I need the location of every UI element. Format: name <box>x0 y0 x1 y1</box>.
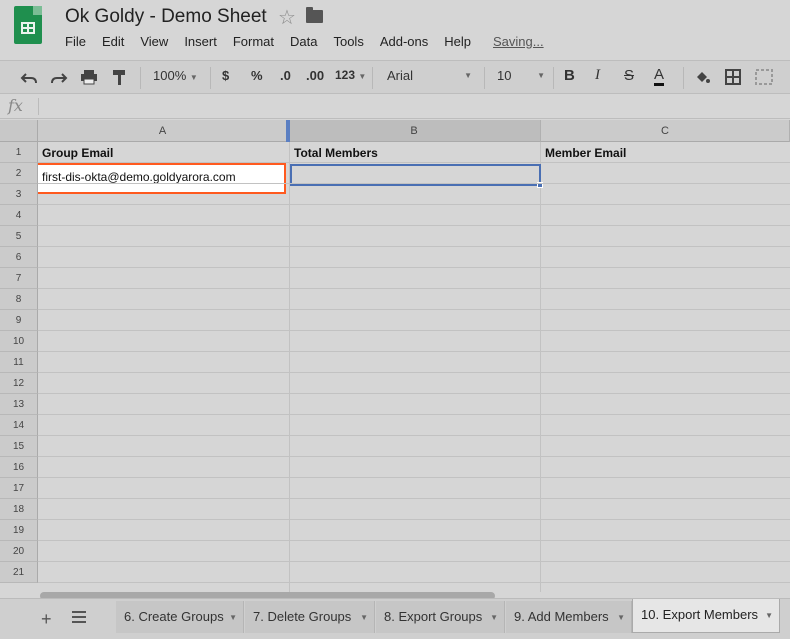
row-header[interactable]: 21 <box>0 562 38 583</box>
row-header[interactable]: 3 <box>0 184 38 205</box>
more-formats-button[interactable]: 123 ▼ <box>335 68 366 82</box>
row-header[interactable]: 17 <box>0 478 38 499</box>
cell-c1[interactable]: Member Email <box>541 143 790 164</box>
row-gridline <box>38 330 790 331</box>
add-sheet-button[interactable]: + <box>41 609 52 630</box>
fill-color-icon[interactable] <box>694 69 710 85</box>
bold-button[interactable]: B <box>564 67 575 84</box>
strikethrough-button[interactable]: S <box>624 67 634 84</box>
row-gridline <box>38 309 790 310</box>
document-title[interactable]: Ok Goldy - Demo Sheet <box>65 6 267 28</box>
row-header[interactable]: 20 <box>0 541 38 562</box>
row-gridline <box>38 582 790 583</box>
row-gridline <box>38 561 790 562</box>
menu-file[interactable]: File <box>65 34 86 49</box>
cell-a1[interactable]: Group Email <box>38 143 288 164</box>
tab-export-groups[interactable]: 8. Export Groups ▼ <box>376 601 505 633</box>
merge-cells-icon[interactable] <box>755 69 773 85</box>
row-gridline <box>38 519 790 520</box>
row-header[interactable]: 12 <box>0 373 38 394</box>
row-gridline <box>38 225 790 226</box>
cell-a2-edit-underline <box>38 170 278 184</box>
row-gridline <box>38 477 790 478</box>
percent-button[interactable]: % <box>251 68 263 83</box>
font-size-select[interactable]: 10 ▼ <box>497 68 545 83</box>
menu-bar: File Edit View Insert Format Data Tools … <box>65 34 487 49</box>
row-header[interactable]: 13 <box>0 394 38 415</box>
zoom-select[interactable]: 100% ▼ <box>153 68 198 83</box>
decrease-decimal-button[interactable]: .0 <box>280 68 291 83</box>
row-gridline <box>38 267 790 268</box>
print-icon[interactable] <box>80 69 98 85</box>
menu-format[interactable]: Format <box>233 34 274 49</box>
row-gridline <box>38 393 790 394</box>
currency-button[interactable]: $ <box>222 68 229 83</box>
sheet-tab-bar: + 6. Create Groups ▼ 7. Delete Groups ▼ 8.… <box>0 598 790 639</box>
tab-export-members[interactable]: 10. Export Members ▼ <box>632 599 780 633</box>
row-gridline <box>38 351 790 352</box>
row-header[interactable]: 14 <box>0 415 38 436</box>
title-bar: Ok Goldy - Demo Sheet ☆ File Edit View I… <box>0 0 790 58</box>
menu-addons[interactable]: Add-ons <box>380 34 428 49</box>
row-gridline <box>38 246 790 247</box>
spreadsheet-grid[interactable]: A B C Group Email Total Members Member E… <box>0 120 790 592</box>
row-header[interactable]: 1 <box>0 142 38 163</box>
tab-create-groups[interactable]: 6. Create Groups ▼ <box>116 601 244 633</box>
row-gridline <box>38 414 790 415</box>
column-resize-handle[interactable] <box>286 120 290 142</box>
save-status[interactable]: Saving... <box>493 34 544 49</box>
row-header[interactable]: 11 <box>0 352 38 373</box>
sheets-logo-icon[interactable] <box>14 6 42 44</box>
toolbar: 100% ▼ $ % .0 .00 123 ▼ Arial ▼ 10 ▼ B I S… <box>0 60 790 94</box>
row-gridline <box>38 456 790 457</box>
folder-icon[interactable] <box>306 7 323 23</box>
select-all-corner[interactable] <box>0 120 38 142</box>
menu-tools[interactable]: Tools <box>333 34 363 49</box>
menu-edit[interactable]: Edit <box>102 34 124 49</box>
row-header[interactable]: 2 <box>0 163 38 184</box>
row-header[interactable]: 10 <box>0 331 38 352</box>
italic-button[interactable]: I <box>595 67 600 84</box>
row-gridline <box>38 435 790 436</box>
increase-decimal-button[interactable]: .00 <box>306 68 324 83</box>
row-header[interactable]: 5 <box>0 226 38 247</box>
row-header[interactable]: 19 <box>0 520 38 541</box>
cell-b1[interactable]: Total Members <box>290 143 540 164</box>
formula-bar: fx <box>0 94 790 119</box>
star-icon[interactable]: ☆ <box>278 5 296 30</box>
column-header-b[interactable]: B <box>288 120 541 142</box>
row-gridline <box>38 372 790 373</box>
tab-delete-groups[interactable]: 7. Delete Groups ▼ <box>245 601 375 633</box>
all-sheets-icon[interactable] <box>72 611 86 623</box>
redo-icon[interactable] <box>50 70 68 84</box>
row-header[interactable]: 9 <box>0 310 38 331</box>
column-header-a[interactable]: A <box>38 120 288 142</box>
row-header[interactable]: 7 <box>0 268 38 289</box>
row-header[interactable]: 18 <box>0 499 38 520</box>
text-color-button[interactable]: A <box>654 66 665 86</box>
tab-add-members[interactable]: 9. Add Members ▼ <box>506 601 632 633</box>
row-gridline <box>38 204 790 205</box>
row-header[interactable]: 8 <box>0 289 38 310</box>
row-header[interactable]: 15 <box>0 436 38 457</box>
paint-format-icon[interactable] <box>112 69 128 86</box>
row-gridline <box>38 540 790 541</box>
column-header-c[interactable]: C <box>541 120 790 142</box>
row-gridline <box>38 498 790 499</box>
row-gridline <box>38 183 790 184</box>
menu-view[interactable]: View <box>140 34 168 49</box>
row-header[interactable]: 16 <box>0 457 38 478</box>
formula-input[interactable] <box>45 98 785 115</box>
undo-icon[interactable] <box>20 70 38 84</box>
menu-insert[interactable]: Insert <box>184 34 217 49</box>
menu-data[interactable]: Data <box>290 34 317 49</box>
borders-icon[interactable] <box>725 69 741 85</box>
fx-icon: fx <box>8 96 23 115</box>
row-gridline <box>38 162 790 163</box>
row-header[interactable]: 6 <box>0 247 38 268</box>
row-header[interactable]: 4 <box>0 205 38 226</box>
row-gridline <box>38 288 790 289</box>
menu-help[interactable]: Help <box>444 34 471 49</box>
font-select[interactable]: Arial ▼ <box>387 68 472 83</box>
